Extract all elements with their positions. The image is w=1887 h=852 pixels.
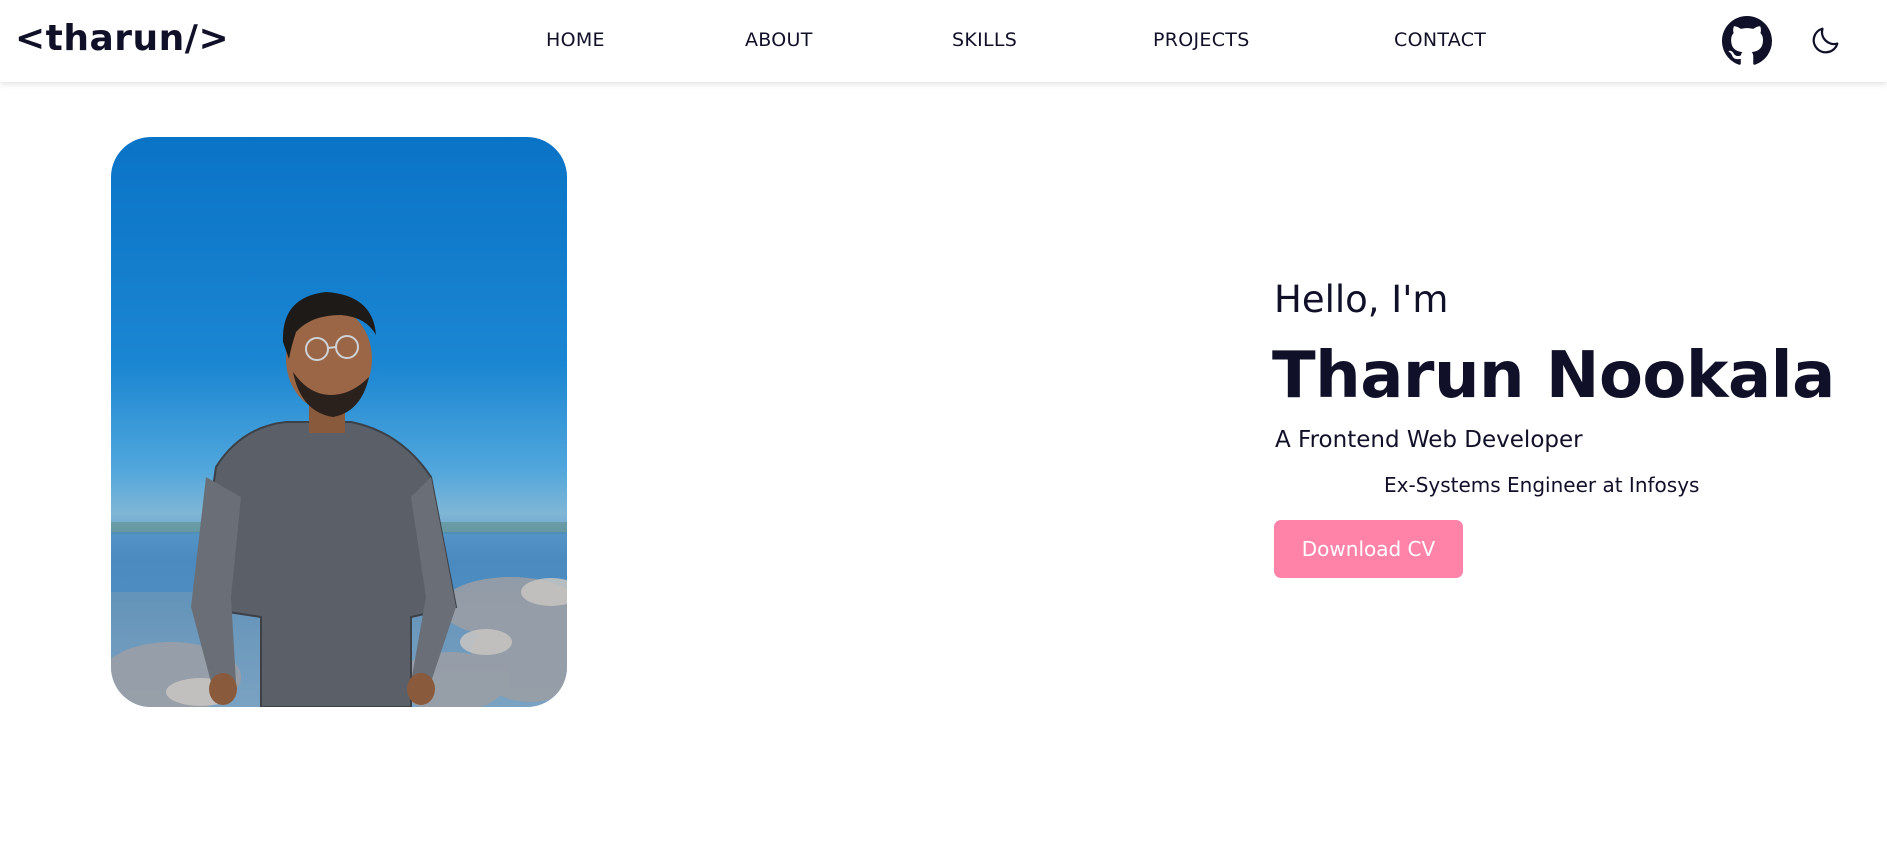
profile-photo xyxy=(111,137,567,707)
hero-role: A Frontend Web Developer xyxy=(1275,427,1583,453)
hero-greeting: Hello, I'm xyxy=(1274,278,1449,321)
nav-skills-link[interactable]: SKILLS xyxy=(952,29,1017,51)
nav-contact-link[interactable]: CONTACT xyxy=(1394,29,1486,51)
nav-home-link[interactable]: HOME xyxy=(546,29,605,51)
theme-toggle-button[interactable] xyxy=(1809,23,1843,57)
hero-previous-role: Ex-Systems Engineer at Infosys xyxy=(1384,473,1700,497)
github-icon[interactable] xyxy=(1722,16,1772,66)
hero-name: Tharun Nookala xyxy=(1272,339,1835,413)
main-nav: HOME ABOUT SKILLS PROJECTS CONTACT xyxy=(0,0,1887,82)
nav-projects-link[interactable]: PROJECTS xyxy=(1153,29,1250,51)
nav-about-link[interactable]: ABOUT xyxy=(745,29,813,51)
navbar: <tharun/> HOME ABOUT SKILLS PROJECTS CON… xyxy=(0,0,1887,82)
download-cv-button[interactable]: Download CV xyxy=(1274,520,1463,578)
moon-icon xyxy=(1812,27,1839,54)
